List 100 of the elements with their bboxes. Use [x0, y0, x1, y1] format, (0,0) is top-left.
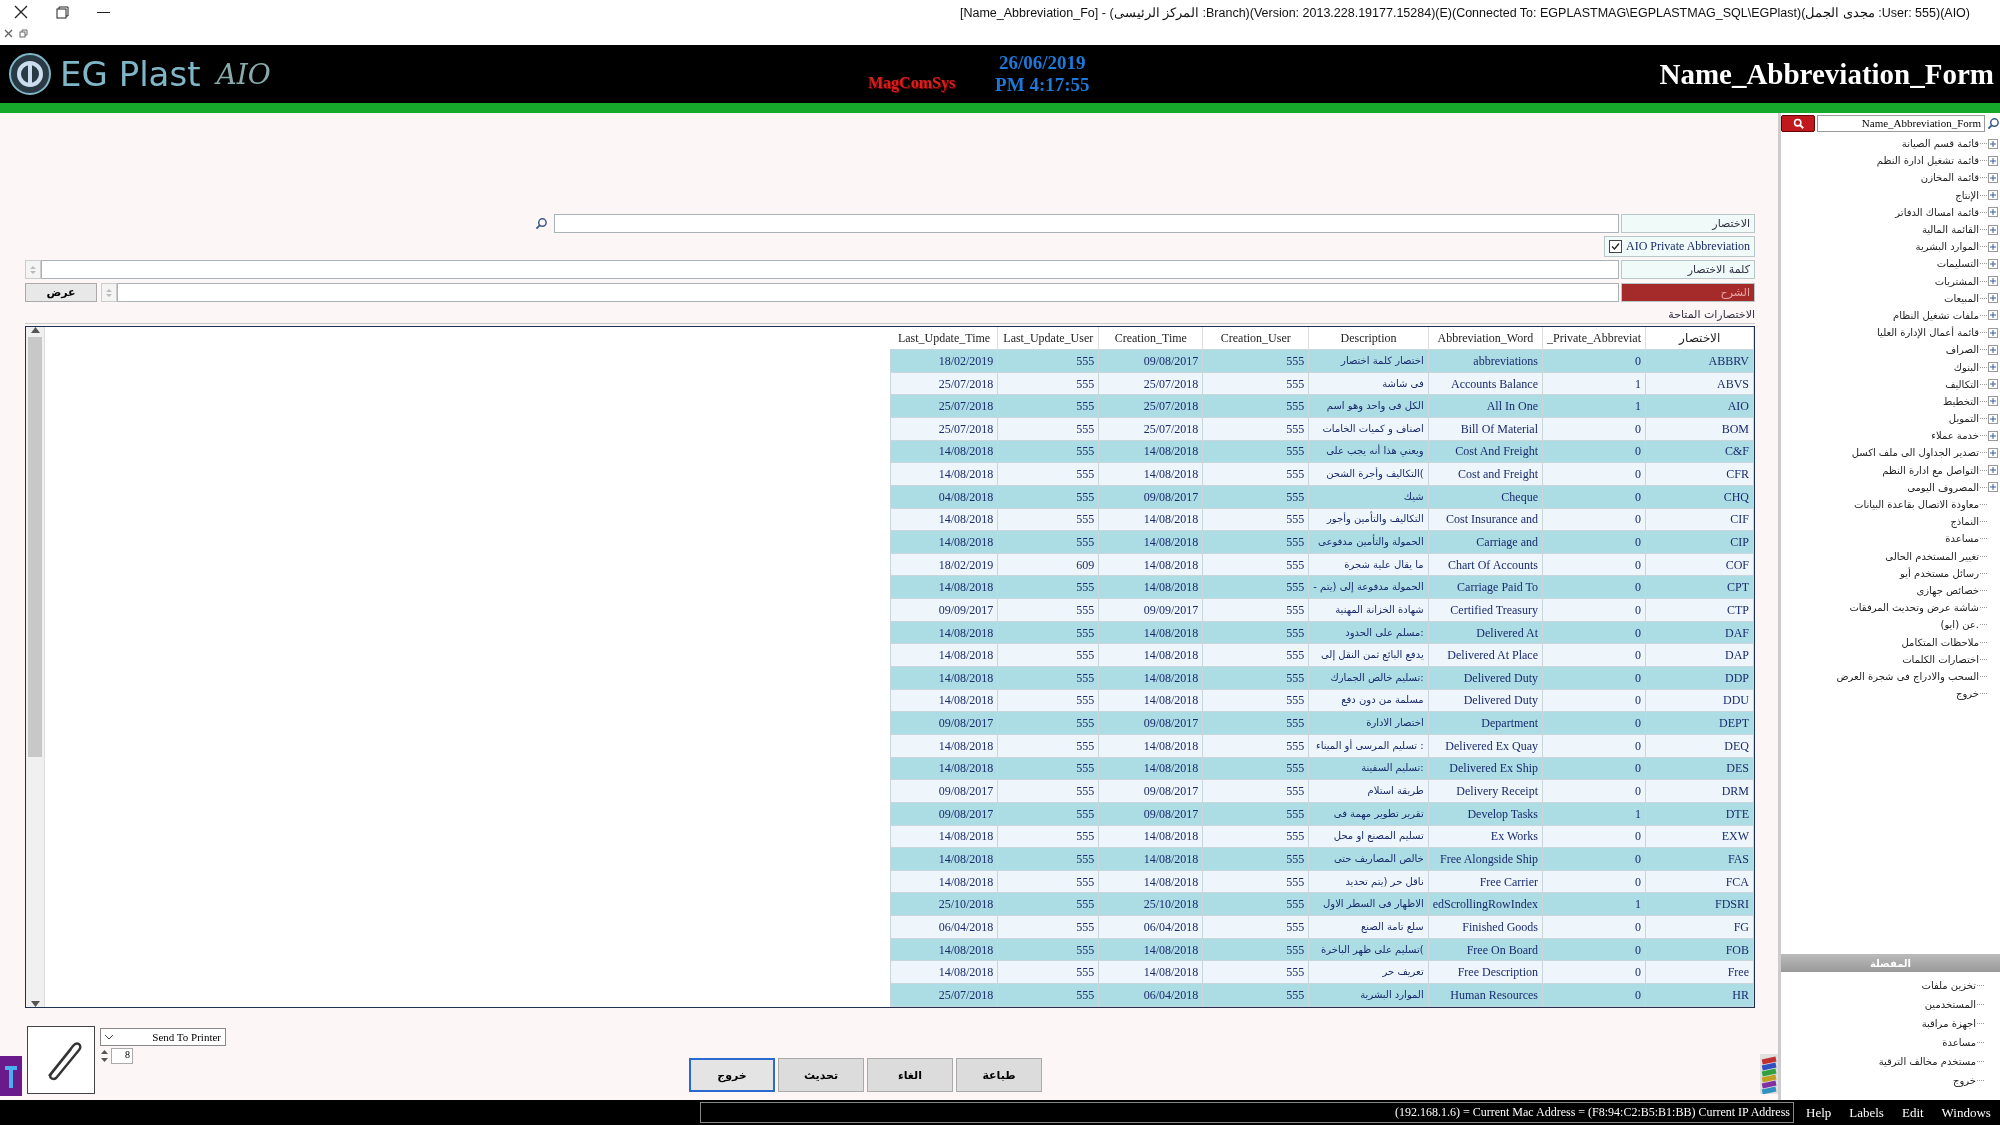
expand-icon[interactable]	[1988, 155, 1998, 166]
search-icon[interactable]	[1987, 116, 2000, 130]
menu-link[interactable]: Labels	[1849, 1104, 1884, 1121]
abbreviation-field[interactable]	[554, 214, 1619, 233]
show-button[interactable]: عرض	[25, 283, 97, 302]
word-field[interactable]	[41, 260, 1619, 279]
expand-icon[interactable]	[1988, 310, 1998, 321]
expand-icon[interactable]	[1988, 362, 1998, 373]
menu-item[interactable]: معاودة الاتصال بقاعدة البيانات	[1853, 499, 1979, 511]
attachment-button[interactable]	[27, 1026, 95, 1094]
scroll-up-icon[interactable]	[30, 327, 40, 333]
search-icon[interactable]	[535, 217, 548, 230]
menu-item[interactable]: ملفات تشغيل النظام	[1893, 309, 1979, 321]
column-header[interactable]: _Private_Abbreviat	[1542, 327, 1646, 350]
copies-field[interactable]: 8	[111, 1048, 133, 1064]
spinner-icon[interactable]	[100, 1049, 109, 1063]
books-icon[interactable]	[1760, 1054, 1778, 1094]
menu-item[interactable]: قائمة امساك الدفاتر	[1895, 206, 1979, 218]
expand-icon[interactable]	[1988, 207, 1998, 218]
expand-icon[interactable]	[1988, 413, 1998, 424]
menu-item[interactable]: المبيعات	[1944, 292, 1979, 304]
search-field[interactable]: Name_Abbreviation_Form	[1817, 114, 1985, 132]
search-button[interactable]	[1781, 114, 1815, 132]
menu-item[interactable]: شاشة عرض وتحديث المرفقات	[1849, 602, 1979, 614]
side-tab-icon[interactable]	[0, 1056, 22, 1096]
scrollbar[interactable]	[26, 327, 45, 1007]
menu-item[interactable]: تغيير المستخدم الحالى	[1885, 550, 1979, 562]
menu-item[interactable]: قائمة تشغيل ادارة النظم	[1876, 155, 1979, 167]
menu-item[interactable]: مستخدم مخالف الترقية	[1878, 1056, 1976, 1067]
menu-item[interactable]: خروج	[1956, 688, 1979, 700]
expand-icon[interactable]	[1988, 138, 1998, 149]
menu-link[interactable]: Windows	[1941, 1104, 1991, 1121]
menu-item[interactable]: الموارد البشرية	[1915, 241, 1979, 253]
menu-item[interactable]: البنوك	[1953, 361, 1979, 373]
menu-item[interactable]: مساعدة	[1945, 533, 1979, 545]
expand-icon[interactable]	[1988, 293, 1998, 304]
description-field[interactable]	[117, 283, 1619, 302]
action-button[interactable]: خروج	[689, 1058, 775, 1092]
menu-item[interactable]: المشتريات	[1934, 275, 1979, 287]
menu-item[interactable]: الصراف	[1945, 344, 1979, 356]
menu-item[interactable]: قائمة المخازن	[1920, 172, 1979, 184]
expand-icon[interactable]	[1988, 190, 1998, 201]
column-header[interactable]: Creation_Time	[1098, 327, 1203, 350]
expand-icon[interactable]	[1988, 379, 1998, 390]
printer-dropdown[interactable]: Send To Printer	[100, 1028, 226, 1046]
column-header[interactable]: Creation_User	[1202, 327, 1309, 350]
expand-icon[interactable]	[1988, 224, 1998, 235]
menu-item[interactable]: قائمة أعمال الإدارة العليا	[1877, 327, 1979, 339]
menu-item[interactable]: الإنتاج	[1955, 189, 1979, 201]
menu-item[interactable]: مساعدة	[1942, 1037, 1976, 1048]
table-cell: ناقل حر (يتم تحديد	[1308, 870, 1429, 893]
minimize-icon[interactable]	[97, 10, 110, 14]
menu-item[interactable]: التواصل مع ادارة النظم	[1882, 464, 1979, 476]
menu-item[interactable]: رسائل مستخدم أيو	[1900, 567, 1979, 579]
menu-item[interactable]: المستخدمين	[1924, 999, 1976, 1010]
menu-item[interactable]: التمويل	[1948, 413, 1979, 425]
scroll-down-icon[interactable]	[30, 1001, 40, 1007]
menu-item[interactable]: تخزين ملفات	[1921, 980, 1976, 991]
menu-item[interactable]: ملاحظات المتكامل	[1901, 636, 1979, 648]
menu-link[interactable]: Edit	[1901, 1104, 1924, 1121]
menu-item[interactable]: خروج	[1953, 1075, 1976, 1086]
action-button[interactable]: تحديث	[778, 1058, 864, 1092]
expand-icon[interactable]	[1988, 276, 1998, 287]
column-header[interactable]: Description	[1308, 327, 1429, 350]
expand-icon[interactable]	[1988, 172, 1998, 183]
menu-item[interactable]: عن (ايو).	[1940, 619, 1979, 631]
expand-icon[interactable]	[1988, 396, 1998, 407]
expand-icon[interactable]	[1988, 482, 1998, 493]
menu-item[interactable]: التسليمات	[1936, 258, 1979, 270]
menu-item[interactable]: النماذج	[1950, 516, 1979, 528]
menu-item[interactable]: التكاليف	[1945, 378, 1979, 390]
menu-item[interactable]: القائمة المالية	[1921, 224, 1979, 236]
expand-icon[interactable]	[1988, 465, 1998, 476]
table-cell: COF	[1645, 553, 1754, 576]
expand-icon[interactable]	[1988, 258, 1998, 269]
column-header[interactable]: الاختصار	[1645, 327, 1754, 350]
column-header[interactable]: Last_Update_User	[997, 327, 1099, 350]
action-button[interactable]: الغاء	[867, 1058, 953, 1092]
menu-item[interactable]: خدمة عملاء	[1931, 430, 1979, 442]
expand-icon[interactable]	[1988, 241, 1998, 252]
menu-item[interactable]: اجهزة مراقبة	[1921, 1018, 1976, 1029]
expand-icon[interactable]	[1988, 447, 1998, 458]
private-checkbox[interactable]: AIO Private Abbreviation	[1604, 236, 1755, 257]
menu-link[interactable]: Help	[1806, 1104, 1832, 1121]
expand-icon[interactable]	[1988, 327, 1998, 338]
menu-item[interactable]: المصروف اليومى	[1907, 481, 1979, 493]
expand-icon[interactable]	[1988, 344, 1998, 355]
action-button[interactable]: طباعة	[956, 1058, 1042, 1092]
column-header[interactable]: Last_Update_Time	[890, 327, 998, 350]
menu-item[interactable]: السحب والادراج فى شجرة العرض	[1836, 670, 1979, 682]
menu-item[interactable]: التخطيط	[1943, 395, 1979, 407]
expand-icon[interactable]	[1988, 430, 1998, 441]
restore-icon[interactable]	[56, 5, 69, 19]
menu-item[interactable]: قائمة قسم الصيانة	[1901, 138, 1979, 150]
column-header[interactable]: Abbreviation_Word	[1428, 327, 1543, 350]
menu-item[interactable]: اختصارات الكلمات	[1902, 653, 1979, 665]
menu-item[interactable]: خصائص جهازى	[1916, 584, 1979, 596]
restore-icon[interactable]	[19, 28, 28, 38]
menu-item[interactable]: تصدير الجداول الى ملف اكسل	[1851, 447, 1979, 459]
close-icon[interactable]	[14, 5, 28, 19]
